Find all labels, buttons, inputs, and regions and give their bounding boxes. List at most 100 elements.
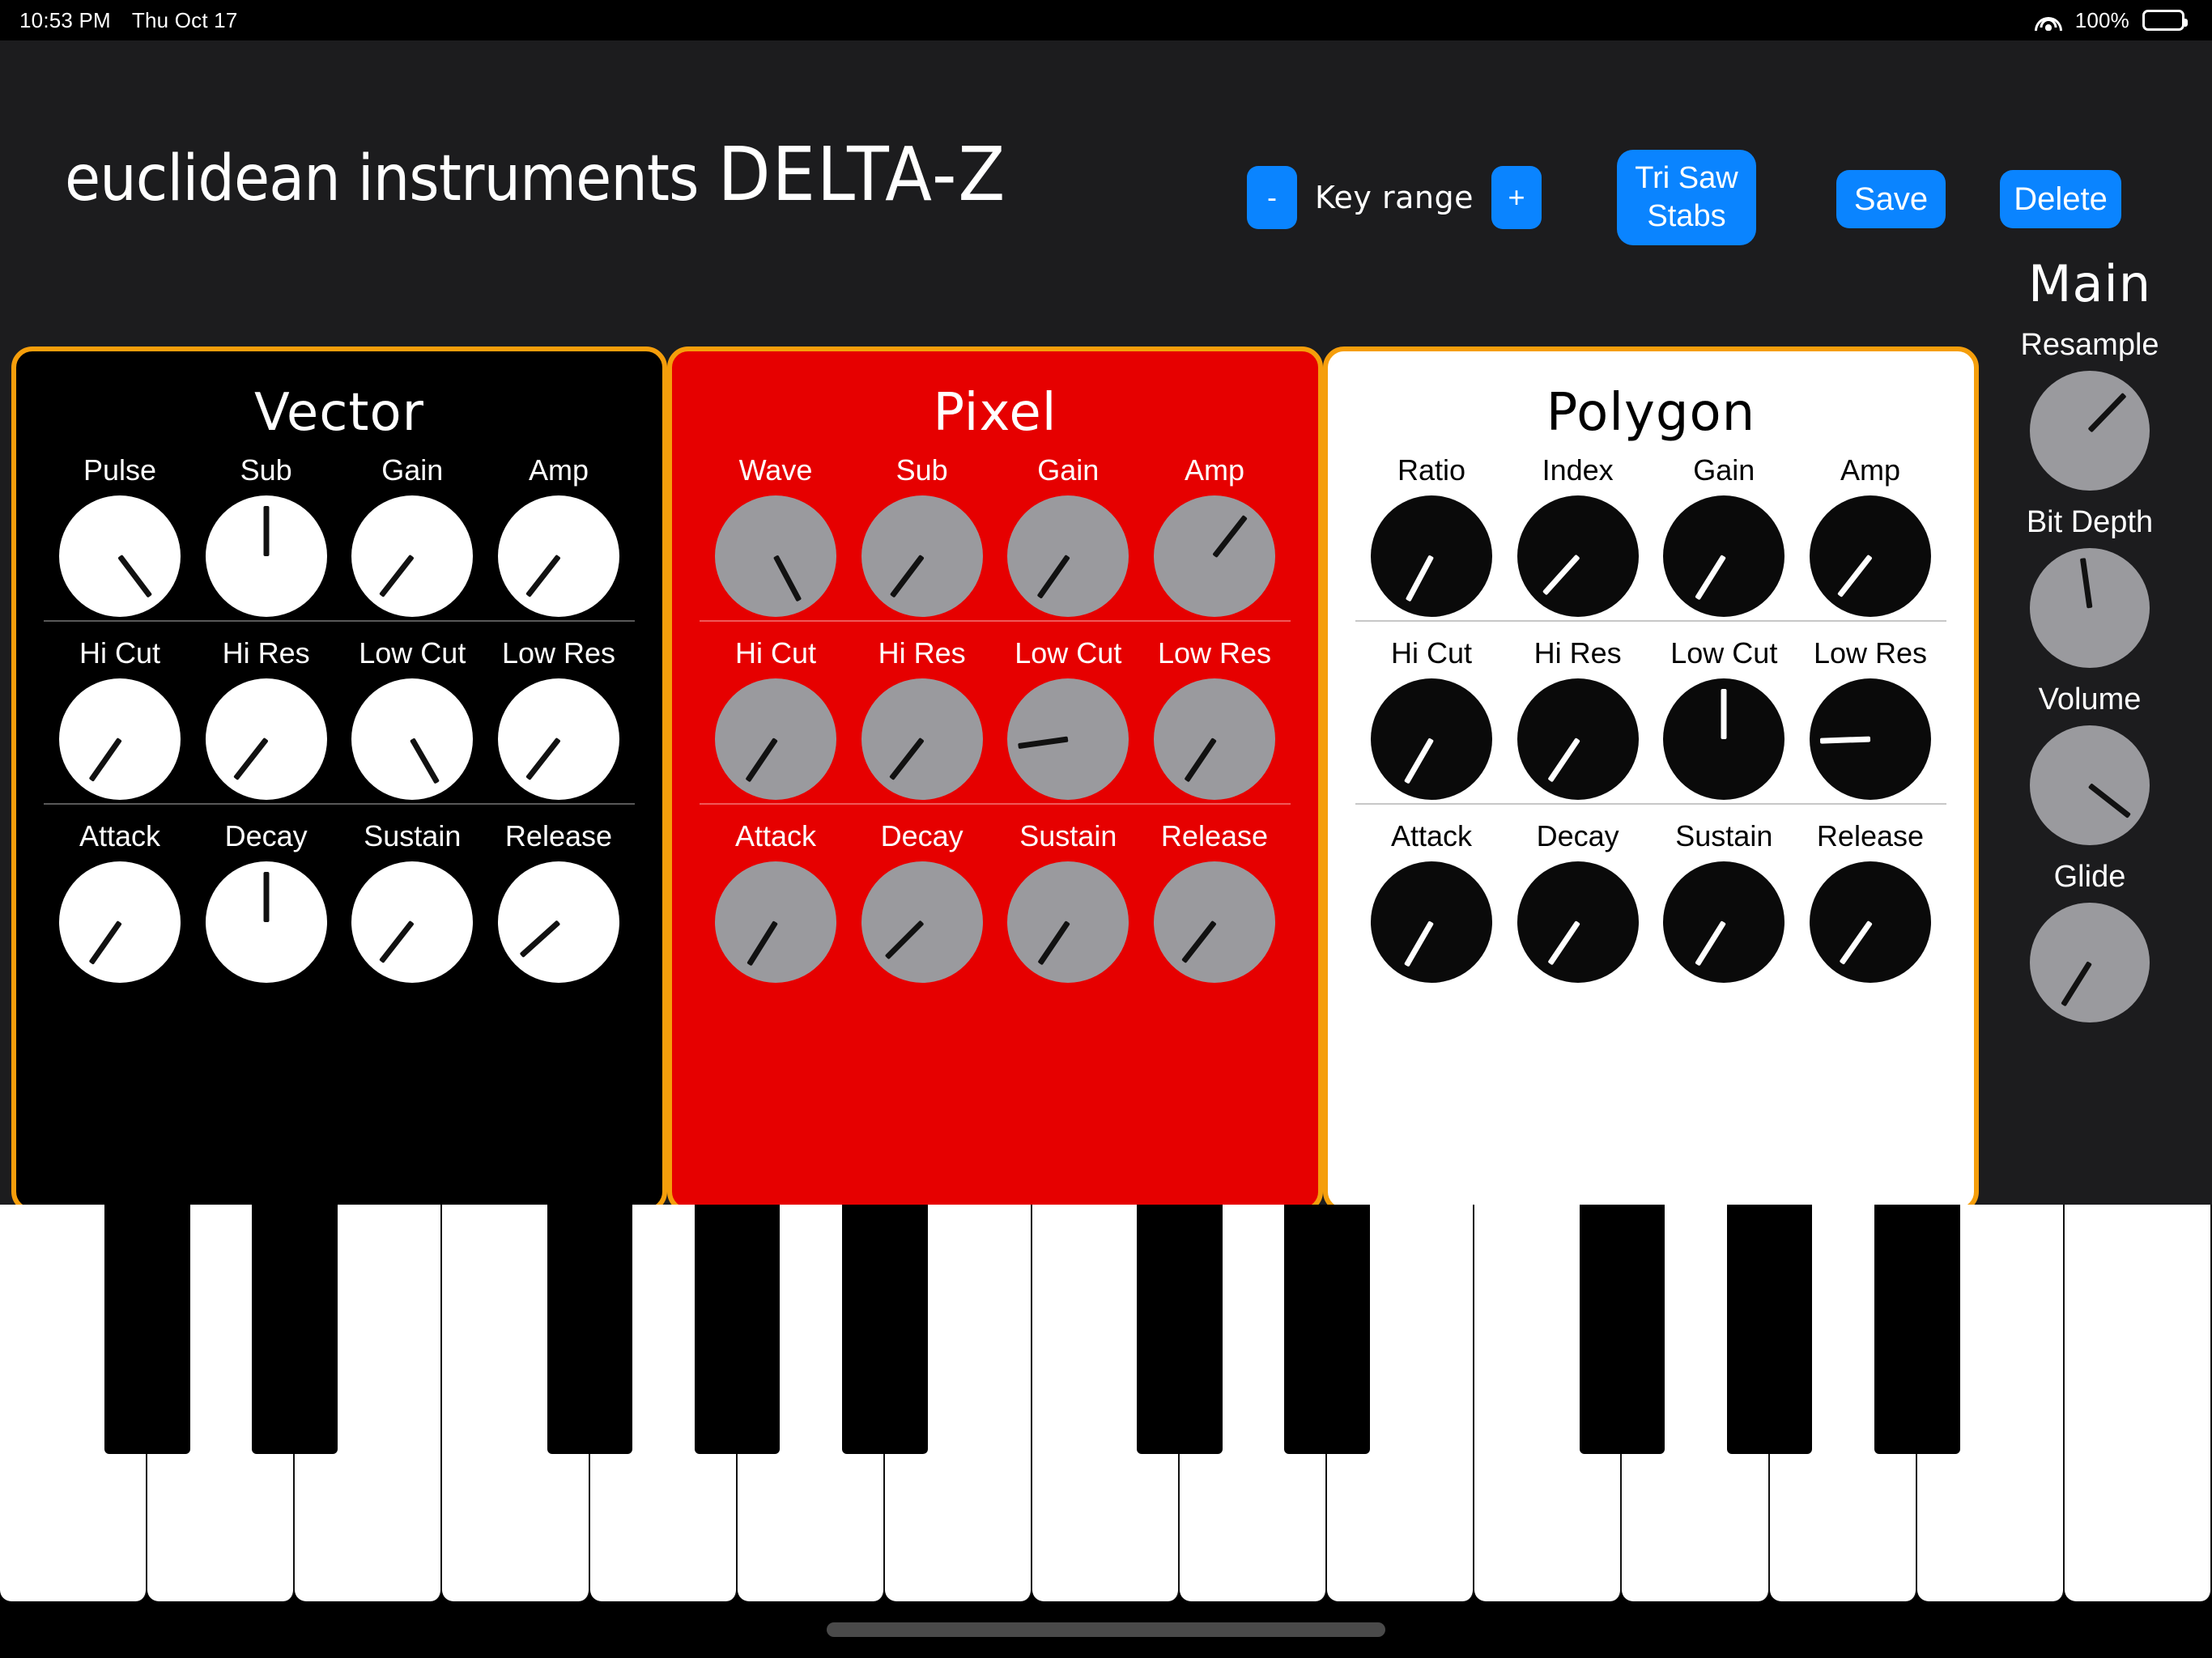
knob-label: Low Cut bbox=[359, 636, 466, 670]
knob-cell-hi-cut: Hi Cut bbox=[47, 627, 193, 800]
knob-polygon-low-cut[interactable] bbox=[1663, 678, 1785, 800]
main-controls: Resample Bit Depth Volume Glide bbox=[2020, 313, 2159, 1022]
knob-row: Hi Cut Hi Res Low Cut Low Res bbox=[1355, 620, 1946, 800]
piano-black-key-C-sharp[interactable] bbox=[104, 1205, 190, 1454]
knob-label: Hi Res bbox=[878, 636, 966, 670]
knob-pointer bbox=[1721, 689, 1727, 739]
knob-pixel-sustain[interactable] bbox=[1007, 861, 1129, 983]
knob-cell-attack: Attack bbox=[47, 810, 193, 983]
knob-vector-low-res[interactable] bbox=[497, 678, 619, 800]
piano-black-key-A-sharp[interactable] bbox=[1874, 1205, 1960, 1454]
delete-button[interactable]: Delete bbox=[2000, 170, 2121, 228]
panel-vector-rows: Pulse Sub Gain Amp Hi Cut Hi Res Low Cut Low Re… bbox=[44, 444, 635, 983]
knob-polygon-hi-res[interactable] bbox=[1516, 678, 1639, 800]
knob-pixel-sub[interactable] bbox=[861, 495, 983, 617]
knob-pointer bbox=[232, 737, 269, 781]
home-indicator[interactable] bbox=[827, 1622, 1385, 1637]
knob-polygon-ratio[interactable] bbox=[1371, 495, 1492, 617]
key-range-label: Key range bbox=[1315, 180, 1474, 215]
piano-black-key-D-sharp[interactable] bbox=[252, 1205, 338, 1454]
main-label-volume: Volume bbox=[2038, 682, 2142, 716]
knob-vector-release[interactable] bbox=[497, 861, 619, 983]
knob-pointer bbox=[772, 555, 802, 602]
knob-cell-release: Release bbox=[1142, 810, 1287, 983]
piano-black-key-F-sharp[interactable] bbox=[547, 1205, 633, 1454]
knob-cell-ratio: Ratio bbox=[1359, 444, 1504, 617]
save-button[interactable]: Save bbox=[1836, 170, 1946, 228]
knob-polygon-decay[interactable] bbox=[1516, 861, 1639, 983]
piano-keyboard[interactable] bbox=[0, 1205, 2212, 1601]
knob-pixel-hi-res[interactable] bbox=[861, 678, 983, 800]
knob-pointer bbox=[1036, 554, 1071, 599]
knob-vector-amp[interactable] bbox=[497, 495, 619, 617]
knob-polygon-attack[interactable] bbox=[1371, 861, 1492, 983]
knob-vector-decay[interactable] bbox=[205, 861, 327, 983]
knob-pixel-hi-cut[interactable] bbox=[715, 678, 836, 800]
knob-label: Sustain bbox=[364, 819, 462, 852]
main-label-glide: Glide bbox=[2053, 860, 2126, 894]
knob-pixel-low-cut[interactable] bbox=[1007, 678, 1129, 800]
knob-vector-sub[interactable] bbox=[205, 495, 327, 617]
knob-vector-hi-res[interactable] bbox=[205, 678, 327, 800]
knob-label: Attack bbox=[79, 819, 161, 852]
key-range-decrement-button[interactable]: - bbox=[1247, 166, 1297, 229]
knob-row: Ratio Index Gain Amp bbox=[1355, 444, 1946, 617]
preset-name-button[interactable]: Tri Saw Stabs bbox=[1617, 150, 1756, 245]
knob-pointer bbox=[1405, 555, 1435, 602]
knob-cell-gain: Gain bbox=[995, 444, 1141, 617]
knob-polygon-hi-cut[interactable] bbox=[1371, 678, 1492, 800]
knob-main-volume[interactable] bbox=[2029, 725, 2150, 845]
knob-cell-low-res: Low Res bbox=[1797, 627, 1943, 800]
app-header: euclidean instruments DELTA-Z - Key range… bbox=[0, 40, 2212, 245]
knob-pixel-gain[interactable] bbox=[1007, 495, 1129, 617]
piano-black-key-C-sharp[interactable] bbox=[1137, 1205, 1223, 1454]
knob-vector-low-cut[interactable] bbox=[351, 678, 474, 800]
piano-black-key-G-sharp[interactable] bbox=[1726, 1205, 1813, 1454]
knob-label: Decay bbox=[1536, 819, 1619, 852]
knob-label: Low Res bbox=[1157, 636, 1271, 670]
knob-label: Gain bbox=[1037, 453, 1100, 487]
knob-vector-gain[interactable] bbox=[351, 495, 474, 617]
battery-icon bbox=[2142, 10, 2188, 31]
knob-main-bit-depth[interactable] bbox=[2029, 548, 2150, 668]
knob-pixel-release[interactable] bbox=[1153, 861, 1275, 983]
knob-pixel-low-res[interactable] bbox=[1153, 678, 1275, 800]
key-range-increment-button[interactable]: + bbox=[1491, 166, 1542, 229]
knob-pointer bbox=[1695, 555, 1727, 601]
knob-pixel-wave[interactable] bbox=[715, 495, 836, 617]
knob-polygon-index[interactable] bbox=[1516, 495, 1639, 617]
piano-white-key-C[interactable] bbox=[2064, 1205, 2212, 1601]
knob-label: Index bbox=[1542, 453, 1614, 487]
piano-black-key-D-sharp[interactable] bbox=[1284, 1205, 1370, 1454]
knob-pixel-amp[interactable] bbox=[1153, 495, 1275, 617]
knob-polygon-gain[interactable] bbox=[1663, 495, 1785, 617]
piano-black-key-F-sharp[interactable] bbox=[1579, 1205, 1665, 1454]
panel-vector-title: Vector bbox=[254, 383, 424, 443]
knob-pointer bbox=[2061, 961, 2092, 1007]
logo-brand-text: euclidean instruments bbox=[65, 142, 700, 215]
knob-polygon-low-res[interactable] bbox=[1809, 678, 1931, 800]
piano-black-key-G-sharp[interactable] bbox=[694, 1205, 781, 1454]
knob-polygon-amp[interactable] bbox=[1809, 495, 1931, 617]
knob-vector-pulse[interactable] bbox=[59, 495, 181, 617]
knob-cell-attack: Attack bbox=[1359, 810, 1504, 983]
knob-pixel-attack[interactable] bbox=[715, 861, 836, 983]
knob-cell-low-cut: Low Cut bbox=[1651, 627, 1797, 800]
knob-vector-hi-cut[interactable] bbox=[59, 678, 181, 800]
knob-polygon-sustain[interactable] bbox=[1663, 861, 1785, 983]
knob-main-resample[interactable] bbox=[2029, 371, 2150, 491]
knob-cell-low-cut: Low Cut bbox=[339, 627, 485, 800]
knob-cell-sub: Sub bbox=[849, 444, 995, 617]
knob-pixel-decay[interactable] bbox=[861, 861, 983, 983]
knob-main-glide[interactable] bbox=[2029, 903, 2150, 1022]
knob-pointer bbox=[1547, 920, 1580, 966]
knob-polygon-release[interactable] bbox=[1809, 861, 1931, 983]
knob-pointer bbox=[884, 920, 925, 960]
knob-row: Attack Decay Sustain Release bbox=[700, 803, 1291, 983]
knob-row: Attack Decay Sustain Release bbox=[1355, 803, 1946, 983]
knob-vector-sustain[interactable] bbox=[351, 861, 474, 983]
knob-cell-low-res: Low Res bbox=[486, 627, 632, 800]
piano-black-key-A-sharp[interactable] bbox=[841, 1205, 928, 1454]
main-label-bit-depth: Bit Depth bbox=[2026, 505, 2154, 539]
knob-vector-attack[interactable] bbox=[59, 861, 181, 983]
